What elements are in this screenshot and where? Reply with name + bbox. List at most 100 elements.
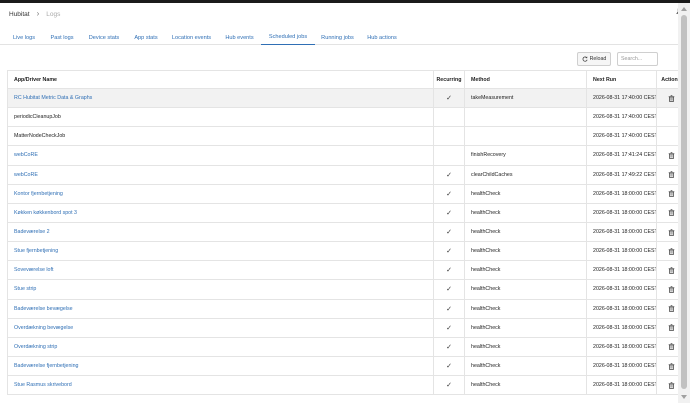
check-icon: ✓	[446, 382, 452, 390]
tab-hub-events[interactable]: Hub events	[218, 30, 261, 45]
table-row: webCoRE ✓ clearChildCaches 2026-08-31 17:49…	[7, 164, 686, 185]
app-driver-link[interactable]: webCoRE	[7, 164, 434, 185]
tab-bar: Live logs Past logs Device stats App sta…	[0, 30, 678, 45]
tab-live-logs[interactable]: Live logs	[5, 30, 43, 45]
recurring-cell: ✓	[433, 260, 465, 281]
next-run-cell: 2026-08-31 17:41:24 CEST	[586, 145, 657, 166]
trash-icon[interactable]	[668, 190, 675, 198]
trash-icon[interactable]	[668, 362, 675, 370]
breadcrumb-root[interactable]: Hubitat	[9, 11, 30, 18]
app-driver-link[interactable]: Soveværelse loft	[7, 260, 434, 281]
tab-location-events[interactable]: Location events	[165, 30, 218, 45]
table-row: RC Hubitat Metric Data & Graphs ✓ takeMeas…	[7, 87, 686, 109]
method-cell: healthCheck	[464, 260, 587, 281]
toolbar: Reload	[577, 52, 658, 66]
app-driver-link[interactable]: Køkken køkkenbord spot 3	[7, 202, 434, 223]
column-header-recurring[interactable]: Recurring	[433, 70, 465, 89]
app-driver-link[interactable]: Kontor fjernbetjening	[7, 183, 434, 204]
recurring-cell: ✓	[433, 221, 465, 243]
recurring-cell: ✓	[433, 336, 465, 357]
recurring-cell	[433, 126, 465, 147]
method-cell: healthCheck	[464, 202, 587, 223]
trash-icon[interactable]	[668, 228, 675, 236]
scheduled-jobs-table: App/Driver Name Recurring Method Next Ru…	[7, 70, 686, 396]
app-driver-link[interactable]: Overdækning bevægelse	[7, 317, 434, 338]
app-driver-link[interactable]: Badeværelse bevægelse	[7, 298, 434, 319]
next-run-cell: 2026-08-31 18:00:00 CEST	[586, 336, 657, 357]
table-row: Køkken køkkenbord spot 3 ✓ healthCheck 2026…	[7, 202, 686, 223]
trash-icon[interactable]	[668, 382, 675, 389]
tab-scheduled-jobs[interactable]: Scheduled jobs	[261, 30, 315, 45]
recurring-cell: ✓	[433, 202, 465, 223]
trash-icon[interactable]	[668, 152, 675, 159]
scroll-up-icon[interactable]	[681, 7, 687, 11]
app-driver-link[interactable]: Stue strip	[7, 279, 434, 300]
column-header-name[interactable]: App/Driver Name	[7, 70, 434, 89]
tab-hub-actions[interactable]: Hub actions	[360, 30, 404, 45]
check-icon: ✓	[446, 248, 452, 256]
recurring-cell: ✓	[433, 298, 465, 319]
next-run-cell: 2026-08-31 17:49:22 CEST	[586, 164, 657, 185]
method-cell: healthCheck	[464, 317, 587, 338]
trash-icon[interactable]	[668, 94, 675, 102]
tab-past-logs[interactable]: Past logs	[43, 30, 81, 45]
table-row: Overdækning strip ✓ healthCheck 2026-08-31 …	[7, 336, 686, 357]
method-cell: healthCheck	[464, 183, 587, 204]
recurring-cell: ✓	[433, 375, 465, 396]
trash-icon[interactable]	[668, 286, 675, 293]
next-run-cell: 2026-08-31 18:00:00 CEST	[586, 317, 657, 338]
tab-device-stats[interactable]: Device stats	[81, 30, 127, 45]
trash-icon[interactable]	[668, 248, 675, 255]
scroll-down-icon[interactable]	[681, 395, 687, 399]
reload-button[interactable]: Reload	[577, 52, 611, 66]
check-icon: ✓	[446, 305, 452, 313]
next-run-cell: 2026-08-31 18:00:00 CEST	[586, 241, 657, 262]
recurring-cell: ✓	[433, 317, 465, 338]
recurring-cell	[433, 145, 465, 166]
check-icon: ✓	[446, 343, 452, 351]
method-cell: healthCheck	[464, 336, 587, 357]
header-bar: Hubitat › Logs	[0, 3, 678, 25]
app-driver-link[interactable]: webCoRE	[7, 145, 434, 166]
search-input[interactable]	[617, 52, 658, 66]
trash-icon[interactable]	[668, 305, 675, 312]
table-row: MatterNodeCheckJob 2026-08-31 17:40:00 CE…	[7, 126, 686, 147]
tab-running-jobs[interactable]: Running jobs	[315, 30, 360, 45]
next-run-cell: 2026-08-31 18:00:00 CEST	[586, 183, 657, 204]
app-driver-link[interactable]: Stue Rasmus skrivebord	[7, 375, 434, 396]
reload-icon	[582, 56, 588, 62]
app-driver-link[interactable]: Badeværelse 2	[7, 221, 434, 243]
recurring-cell: ✓	[433, 183, 465, 204]
method-cell	[464, 126, 587, 147]
vertical-scrollbar[interactable]	[678, 3, 690, 403]
trash-icon[interactable]	[668, 267, 675, 274]
check-icon: ✓	[446, 190, 452, 198]
trash-icon[interactable]	[668, 171, 675, 178]
table-row: Kontor fjernbetjening ✓ healthCheck 2026-08…	[7, 183, 686, 204]
reload-label: Reload	[589, 56, 607, 62]
app-driver-link[interactable]: Badeværelse fjernbetjening	[7, 355, 434, 377]
recurring-cell: ✓	[433, 241, 465, 262]
app-driver-link[interactable]: Overdækning strip	[7, 336, 434, 357]
scrollbar-thumb[interactable]	[681, 15, 687, 389]
next-run-cell: 2026-08-31 18:00:00 CEST	[586, 298, 657, 319]
next-run-cell: 2026-08-31 18:00:00 CEST	[586, 260, 657, 281]
column-header-next-run[interactable]: Next Run	[586, 70, 657, 89]
next-run-cell: 2026-08-31 18:00:00 CEST	[586, 355, 657, 377]
table-row: periodicCleanupJob 2026-08-31 17:40:00 CE…	[7, 107, 686, 128]
method-cell: healthCheck	[464, 221, 587, 243]
table-row: webCoRE finishRecovery 2026-08-31 17:41:24…	[7, 145, 686, 166]
table-row: Badeværelse fjernbetjening ✓ healthCheck 20…	[7, 355, 686, 377]
trash-icon[interactable]	[668, 343, 675, 351]
next-run-cell: 2026-08-31 18:00:00 CEST	[586, 375, 657, 396]
method-cell	[464, 107, 587, 128]
trash-icon[interactable]	[668, 209, 675, 217]
breadcrumb-current: Logs	[46, 10, 61, 18]
app-driver-link[interactable]: RC Hubitat Metric Data & Graphs	[7, 87, 434, 109]
column-header-method[interactable]: Method	[464, 70, 587, 89]
check-icon: ✓	[446, 171, 452, 179]
app-driver-link[interactable]: Stue fjernbetjening	[7, 241, 434, 262]
tab-app-stats[interactable]: App stats	[127, 30, 165, 45]
trash-icon[interactable]	[668, 324, 675, 332]
recurring-cell: ✓	[433, 164, 465, 185]
